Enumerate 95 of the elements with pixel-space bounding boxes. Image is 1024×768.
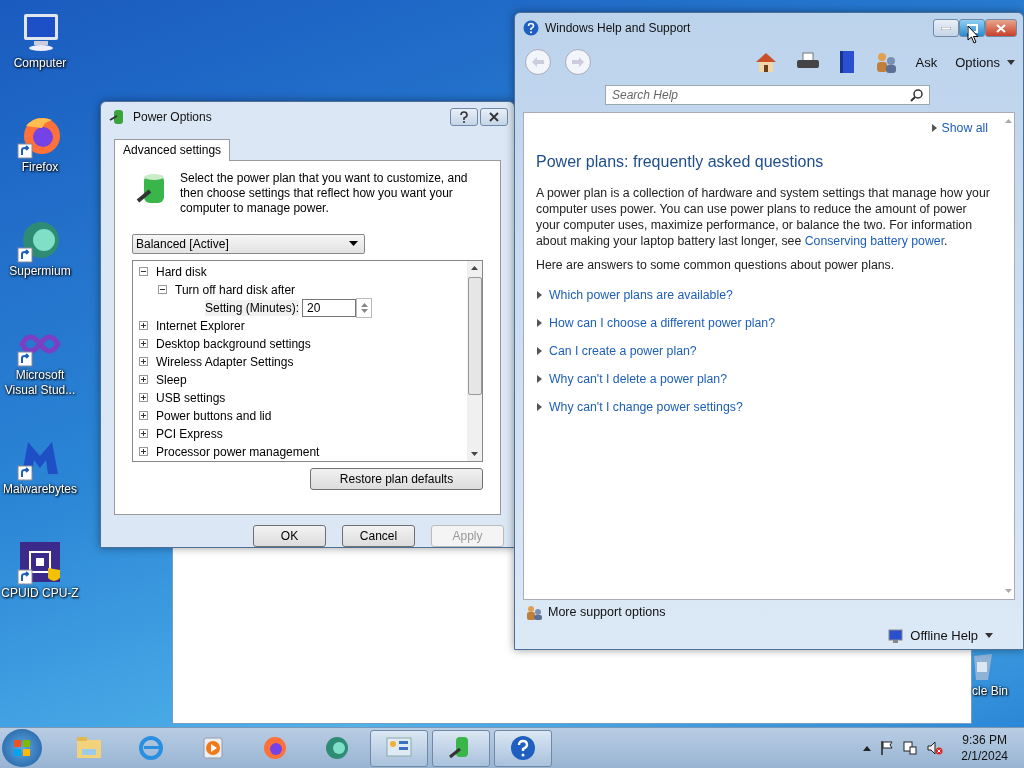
plan-dropdown[interactable]: Balanced [Active] <box>132 233 365 254</box>
expander-icon[interactable] <box>139 339 148 349</box>
conserving-battery-link[interactable]: Conserving battery power <box>804 234 945 248</box>
spin-arrows-icon <box>360 301 368 314</box>
expander-icon[interactable] <box>139 357 148 367</box>
expander-icon[interactable] <box>139 429 148 439</box>
start-button[interactable] <box>2 729 42 767</box>
clock-time[interactable]: 9:36 PM <box>962 732 1007 748</box>
mouse-cursor-icon <box>967 25 979 44</box>
tree-item[interactable]: PCI Express <box>156 426 223 441</box>
question-link[interactable]: Which power plans are available? <box>549 288 733 302</box>
caret-icon <box>349 241 358 247</box>
expander-icon[interactable] <box>139 321 148 331</box>
expander-icon[interactable] <box>139 375 148 385</box>
tree-item[interactable]: Desktop background settings <box>156 336 311 351</box>
taskbar-button[interactable] <box>494 729 552 767</box>
tree-item[interactable]: Power buttons and lid <box>156 408 272 423</box>
tab[interactable]: Advanced settings <box>114 138 231 161</box>
triangle-icon <box>537 403 542 411</box>
setting-label: Setting (Minutes): <box>205 299 300 316</box>
dialog-button[interactable]: Cancel <box>342 525 415 547</box>
down-arrow-icon <box>471 451 478 456</box>
up-arrow-icon <box>1004 119 1012 123</box>
speaker-muted-icon[interactable] <box>927 741 944 755</box>
expander-icon[interactable] <box>139 411 148 421</box>
tree-item[interactable]: Sleep <box>156 372 187 387</box>
close-icon <box>996 23 1006 33</box>
search-field[interactable]: Search Help <box>605 85 930 105</box>
recycle-bin-icon[interactable] <box>972 652 994 682</box>
close-button[interactable] <box>985 19 1017 37</box>
taskbar-button[interactable] <box>370 729 428 767</box>
dialog-button[interactable]: OK <box>253 525 326 547</box>
tree-item[interactable]: Turn off hard disk after <box>175 282 296 297</box>
help-icon <box>508 733 538 763</box>
help-button[interactable] <box>450 107 478 126</box>
caret-icon <box>1007 59 1015 65</box>
book-icon[interactable] <box>837 50 856 74</box>
desktop-icon-label[interactable]: Malwarebytes <box>3 482 77 497</box>
intro-text: Here are answers to some common questions about power plans. <box>536 257 896 273</box>
flag-icon[interactable] <box>881 741 894 755</box>
desktop-icon-label[interactable]: Microsoft Visual Stud... <box>0 368 80 398</box>
monitor-icon <box>887 628 904 643</box>
close-icon <box>489 111 499 122</box>
ask-button[interactable]: Ask <box>915 54 938 70</box>
search-icon <box>910 89 923 102</box>
triangle-icon <box>537 375 542 383</box>
triangle-icon <box>931 124 937 132</box>
clock-date[interactable]: 2/1/2024 <box>961 748 1008 764</box>
question-link[interactable]: Can I create a power plan? <box>549 344 697 358</box>
windows-logo-icon <box>13 739 31 757</box>
expander-icon[interactable] <box>139 393 148 403</box>
window-title: Power Options <box>133 109 212 124</box>
question-link[interactable]: How can I choose a different power plan? <box>549 316 776 330</box>
triangle-icon <box>537 291 542 299</box>
right-arrow-icon <box>572 57 584 67</box>
page-heading: Power plans: frequently asked questions <box>536 153 825 171</box>
tree-item[interactable]: Wireless Adapter Settings <box>156 354 294 369</box>
triangle-icon <box>537 347 542 355</box>
tree-item[interactable]: USB settings <box>156 390 226 405</box>
maximize-icon <box>966 23 978 33</box>
minimize-icon <box>941 26 951 30</box>
show-hidden-icons-icon[interactable] <box>863 745 872 751</box>
minutes-field[interactable]: 20 <box>302 298 357 317</box>
window-title: Windows Help and Support <box>545 21 691 35</box>
network-icon[interactable] <box>903 741 918 755</box>
caret-icon <box>985 633 993 638</box>
question-link[interactable]: Why can't I change power settings? <box>549 400 743 414</box>
taskbar-button[interactable] <box>432 729 490 767</box>
expander-icon[interactable] <box>139 267 148 277</box>
tree-item[interactable]: Processor power management <box>156 444 320 459</box>
desktop-icon-label[interactable]: Computer <box>13 56 67 71</box>
browser-icon <box>136 733 166 763</box>
spin-buttons[interactable] <box>356 297 373 318</box>
tree-item[interactable]: Hard disk <box>156 264 207 279</box>
question-link[interactable]: Why can't I delete a power plan? <box>549 372 728 386</box>
up-arrow-icon <box>471 265 478 270</box>
tree-item[interactable]: Internet Explorer <box>156 318 245 333</box>
desktop-icon-label[interactable]: Firefox <box>21 160 59 175</box>
expander-icon[interactable] <box>158 285 167 295</box>
people-icon <box>525 604 543 620</box>
triangle-icon <box>537 319 542 327</box>
options-menu[interactable]: Options <box>955 54 1015 70</box>
question-mark-icon <box>459 110 469 123</box>
description-text: Select the power plan that you want to customize, and then choose settings that reflect how you want your computer to manage power. <box>180 170 469 216</box>
desktop-icon-label[interactable]: Supermium <box>9 264 71 279</box>
restore-defaults-button[interactable]: Restore plan defaults <box>310 467 483 490</box>
more-support-link[interactable]: More support options <box>548 605 666 619</box>
body-paragraph: A power plan is a collection of hardware and system settings that manage how your computer uses power. You can use power plans to reduce the amount of power your computer uses, maximize performance, or balance the two. For information about making your laptop battery last longer, see Conserving battery power. <box>536 185 990 249</box>
down-arrow-icon <box>1004 589 1012 593</box>
offline-help-menu[interactable]: Offline Help <box>887 628 993 643</box>
close-button[interactable] <box>480 107 508 126</box>
help-icon <box>523 20 539 36</box>
show-all-link[interactable]: Show all <box>941 121 988 135</box>
left-arrow-icon <box>532 57 544 67</box>
expander-icon[interactable] <box>139 447 148 457</box>
